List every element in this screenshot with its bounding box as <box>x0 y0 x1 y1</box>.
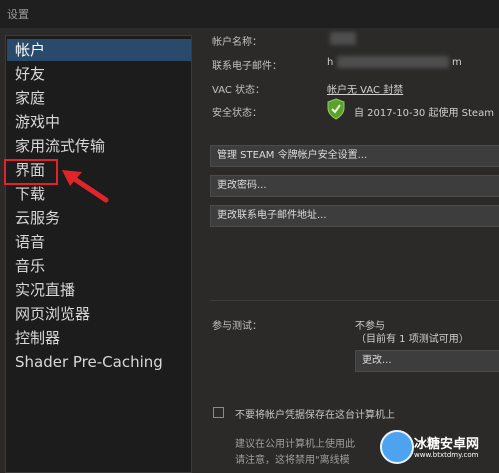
manage-steam-guard-button[interactable]: 管理 STEAM 令牌帐户安全设置... <box>210 145 499 167</box>
sidebar-item-cloud[interactable]: 云服务 <box>7 207 191 229</box>
security-status-label: 安全状态： <box>212 108 262 119</box>
sidebar-item-broadcasting[interactable]: 实况直播 <box>7 279 191 301</box>
sidebar-item-web-browser[interactable]: 网页浏览器 <box>7 303 191 325</box>
beta-change-button[interactable]: 更改... <box>355 350 499 372</box>
sidebar-item-voice[interactable]: 语音 <box>7 231 191 253</box>
sidebar-item-controller[interactable]: 控制器 <box>7 327 191 349</box>
credentials-note-line2: 请注意，这将禁用"离线模 <box>235 455 350 466</box>
dont-save-credentials-label[interactable]: 不要将帐户凭据保存在这台计算机上 <box>235 406 395 421</box>
sidebar-item-in-game[interactable]: 游戏中 <box>7 111 191 133</box>
email-redacted <box>337 56 449 68</box>
settings-sidebar: 帐户 好友 家庭 游戏中 家用流式传输 界面 下载 云服务 语音 音乐 实况直播… <box>5 35 192 473</box>
change-email-button[interactable]: 更改联系电子邮件地址... <box>210 205 499 227</box>
shield-check-icon <box>327 98 345 120</box>
highlight-annotation-box <box>4 159 58 185</box>
window-title: 设置 <box>7 8 29 21</box>
watermark-name: 冰糖安卓网 <box>414 437 480 452</box>
section-divider <box>210 300 499 301</box>
account-name-redacted <box>330 32 356 45</box>
beta-label: 参与测试： <box>212 321 262 332</box>
sidebar-item-shader-pre-caching[interactable]: Shader Pre-Caching <box>7 351 191 373</box>
beta-note: （目前有 1 项测试可用） <box>356 334 469 345</box>
email-label: 联系电子邮件： <box>212 61 282 72</box>
account-name-label: 帐户名称： <box>212 37 262 48</box>
dont-save-credentials-checkbox[interactable] <box>213 407 224 418</box>
change-password-button[interactable]: 更改密码... <box>210 175 499 197</box>
credentials-note-line1: 建议在公用计算机上使用此 <box>235 439 355 450</box>
sidebar-item-home-streaming[interactable]: 家用流式传输 <box>7 135 191 157</box>
sidebar-item-account[interactable]: 帐户 <box>7 39 191 61</box>
red-arrow-icon <box>62 170 109 203</box>
sidebar-item-music[interactable]: 音乐 <box>7 255 191 277</box>
sidebar-item-friends[interactable]: 好友 <box>7 63 191 85</box>
email-prefix: h <box>327 57 334 68</box>
watermark-logo-icon <box>380 430 414 464</box>
security-status-value: 自 2017-10-30 起使用 Steam <box>354 108 494 119</box>
vac-status-label: VAC 状态： <box>212 85 266 96</box>
email-suffix: m <box>452 57 462 68</box>
sidebar-item-family[interactable]: 家庭 <box>7 87 191 109</box>
vac-status-link[interactable]: 帐户无 VAC 封禁 <box>327 81 403 96</box>
watermark-url: www.btxtdmy.com <box>414 451 479 459</box>
title-bar: 设置 <box>0 0 499 28</box>
